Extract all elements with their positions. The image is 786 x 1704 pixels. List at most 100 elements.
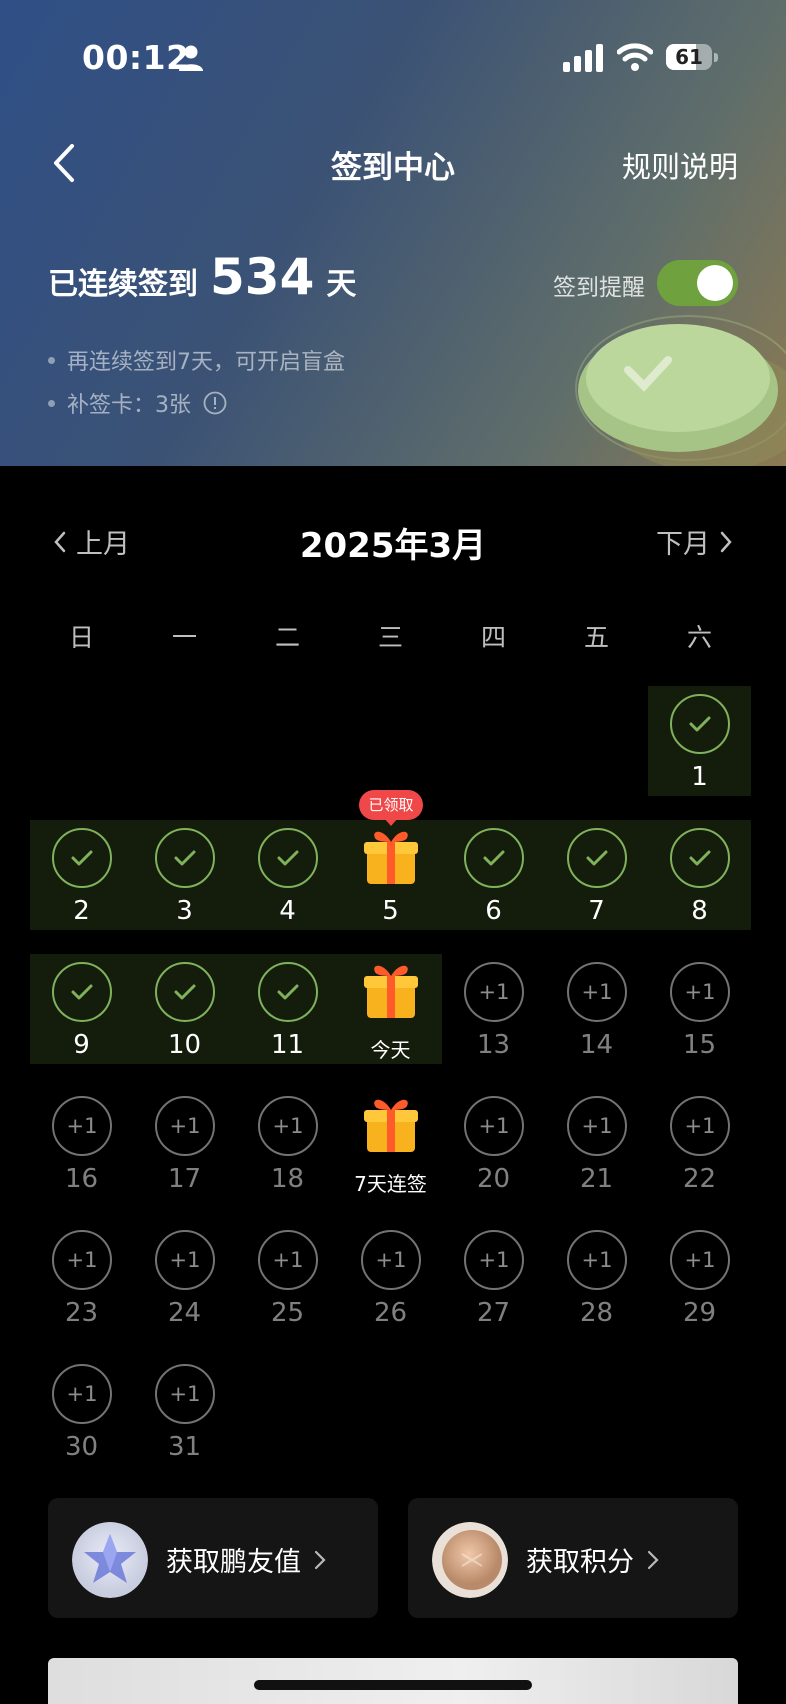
calendar-day[interactable]: 9 <box>30 954 133 1064</box>
weekday-label: 三 <box>377 623 403 652</box>
checkmark-icon <box>174 984 196 1000</box>
gift-box-icon <box>364 1099 418 1152</box>
bonus-circle: +1 <box>670 962 730 1022</box>
checked-circle <box>52 962 112 1022</box>
bonus-circle: +1 <box>567 1096 627 1156</box>
tip-text: 补签卡：3张 <box>67 393 191 418</box>
calendar-day[interactable]: 1 <box>648 686 751 796</box>
calendar-day[interactable]: +1 20 <box>442 1088 545 1198</box>
calendar-day[interactable]: +1 16 <box>30 1088 133 1198</box>
calendar-day[interactable]: +1 22 <box>648 1088 751 1198</box>
weekday-label: 二 <box>274 623 300 652</box>
day-number: 7 <box>588 896 605 926</box>
tip-item: 补签卡：3张 <box>48 387 227 419</box>
calendar-day[interactable]: +1 24 <box>133 1222 236 1332</box>
checkmark-icon <box>483 850 505 866</box>
day-number: 26 <box>373 1298 408 1328</box>
person-icon <box>179 45 203 71</box>
checked-circle <box>155 828 215 888</box>
calendar-day[interactable]: 4 <box>236 820 339 930</box>
chevron-right-icon <box>720 531 732 552</box>
weekday-header: 日 一 二 三 四 五 六 <box>30 618 751 658</box>
calendar-day[interactable]: +1 23 <box>30 1222 133 1332</box>
calendar-day[interactable]: +1 17 <box>133 1088 236 1198</box>
calendar-day[interactable]: 7天连签 <box>339 1088 442 1198</box>
calendar-day[interactable]: +1 25 <box>236 1222 339 1332</box>
day-number: 17 <box>167 1164 202 1194</box>
claimed-badge: 已领取 <box>359 790 423 820</box>
checkmark-icon <box>586 850 608 866</box>
weekday-label: 四 <box>480 623 506 652</box>
calendar-day[interactable]: 6 <box>442 820 545 930</box>
bonus-circle: +1 <box>567 962 627 1022</box>
day-number: 14 <box>579 1030 614 1060</box>
rules-button[interactable]: 规则说明 <box>622 144 738 186</box>
checkmark-icon <box>71 850 93 866</box>
day-number: 18 <box>270 1164 305 1194</box>
calendar-day[interactable]: 3 <box>133 820 236 930</box>
calendar-day[interactable]: +1 18 <box>236 1088 339 1198</box>
bonus-circle: +1 <box>258 1230 318 1290</box>
checkmark-icon <box>277 850 299 866</box>
calendar-day[interactable]: +1 13 <box>442 954 545 1064</box>
calendar-day[interactable]: +1 14 <box>545 954 648 1064</box>
bonus-circle: +1 <box>670 1096 730 1156</box>
day-number: 22 <box>682 1164 717 1194</box>
calendar-day[interactable]: 今天 <box>339 954 442 1064</box>
bonus-circle: +1 <box>464 1096 524 1156</box>
checked-circle <box>258 828 318 888</box>
streak-days: 534 <box>210 248 315 306</box>
calendar-day[interactable]: 11 <box>236 954 339 1064</box>
next-month-button[interactable]: 下月 <box>656 522 734 561</box>
checked-circle <box>670 694 730 754</box>
day-number: 6 <box>485 896 502 926</box>
streak-prefix: 已连续签到 <box>48 267 198 302</box>
day-number: 31 <box>167 1432 202 1462</box>
calendar-day[interactable]: 2 <box>30 820 133 930</box>
bonus-circle: +1 <box>258 1096 318 1156</box>
reminder-toggle[interactable] <box>657 260 738 306</box>
checked-circle <box>464 828 524 888</box>
checkmark-icon <box>277 984 299 1000</box>
day-number: 10 <box>167 1030 202 1060</box>
calendar-day[interactable]: 7 <box>545 820 648 930</box>
calendar-day[interactable]: +1 27 <box>442 1222 545 1332</box>
battery-indicator: 61 <box>666 42 718 72</box>
calendar-day[interactable]: 8 <box>648 820 751 930</box>
calendar-day[interactable]: +1 26 <box>339 1222 442 1332</box>
checkmark-icon <box>71 984 93 1000</box>
bonus-circle: +1 <box>155 1096 215 1156</box>
streak-suffix: 天 <box>326 267 357 302</box>
bonus-circle: +1 <box>52 1230 112 1290</box>
coin-icon <box>432 1522 508 1598</box>
calendar-day[interactable]: 10 <box>133 954 236 1064</box>
info-icon[interactable] <box>203 391 227 415</box>
bonus-circle: +1 <box>670 1230 730 1290</box>
day-number: 27 <box>476 1298 511 1328</box>
day-number: 25 <box>270 1298 305 1328</box>
get-friend-value-card[interactable]: 获取鹏友值 <box>48 1498 378 1618</box>
get-points-card[interactable]: 获取积分 <box>408 1498 738 1618</box>
calendar-day[interactable]: +1 30 <box>30 1356 133 1466</box>
chevron-right-icon <box>647 1550 659 1569</box>
card-label: 获取积分 <box>526 1540 660 1579</box>
chevron-right-icon <box>314 1550 326 1569</box>
calendar-day[interactable]: +1 21 <box>545 1088 648 1198</box>
home-indicator <box>254 1680 532 1690</box>
weekday-label: 六 <box>686 623 712 652</box>
gift-box-icon <box>364 831 418 884</box>
calendar-day[interactable]: 5 <box>339 820 442 930</box>
day-number: 13 <box>476 1030 511 1060</box>
tip-text: 再连续签到7天，可开启盲盒 <box>67 350 345 375</box>
checked-circle <box>258 962 318 1022</box>
calendar-day[interactable]: +1 29 <box>648 1222 751 1332</box>
calendar-day[interactable]: +1 15 <box>648 954 751 1064</box>
calendar-day[interactable]: +1 31 <box>133 1356 236 1466</box>
status-bar: 00:12 61 <box>0 0 786 116</box>
calendar-day[interactable]: +1 28 <box>545 1222 648 1332</box>
today-label: 今天 <box>370 1038 411 1062</box>
tip-item: 再连续签到7天，可开启盲盒 <box>48 344 345 376</box>
day-number: 28 <box>579 1298 614 1328</box>
day-number: 2 <box>73 896 90 926</box>
day-number: 15 <box>682 1030 717 1060</box>
